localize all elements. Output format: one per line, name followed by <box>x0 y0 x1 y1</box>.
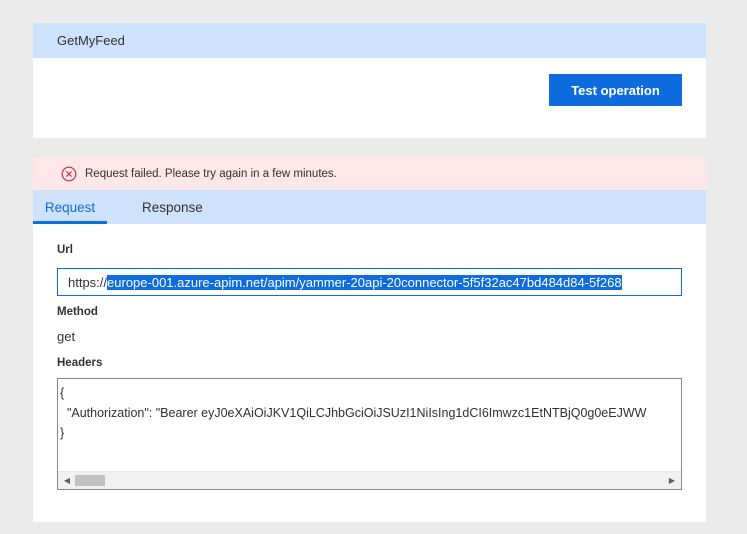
tab-response[interactable]: Response <box>142 190 203 224</box>
result-tabs: Request Response <box>33 190 706 224</box>
url-field[interactable]: https://europe-001.azure-apim.net/apim/y… <box>57 268 682 296</box>
method-label: Method <box>57 306 98 318</box>
method-value: get <box>57 329 76 344</box>
scroll-left-icon[interactable]: ◀ <box>60 472 74 489</box>
operation-card: GetMyFeed Test operation <box>33 23 706 138</box>
headers-line: { <box>60 386 65 400</box>
error-banner: Request failed. Please try again in a fe… <box>33 157 706 190</box>
url-label: Url <box>57 244 73 256</box>
scroll-right-icon[interactable]: ▶ <box>665 472 679 489</box>
error-circle-icon <box>61 166 77 182</box>
operation-title: GetMyFeed <box>57 33 125 48</box>
url-prefix: https:// <box>68 274 108 290</box>
test-result-card: Request failed. Please try again in a fe… <box>33 157 706 522</box>
headers-line: "Authorization": "Bearer eyJ0eXAiOiJKV1Q… <box>60 406 647 420</box>
horizontal-scrollbar[interactable]: ◀ ▶ <box>58 471 681 489</box>
headers-label: Headers <box>57 357 103 369</box>
test-operation-button[interactable]: Test operation <box>549 74 682 106</box>
scroll-thumb[interactable] <box>75 475 105 486</box>
headers-field[interactable]: { "Authorization": "Bearer eyJ0eXAiOiJKV… <box>57 378 682 490</box>
error-message: Request failed. Please try again in a fe… <box>85 167 337 180</box>
tab-request[interactable]: Request <box>33 190 107 224</box>
operation-header: GetMyFeed <box>33 23 706 58</box>
headers-line: } <box>60 426 65 440</box>
headers-content: { "Authorization": "Bearer eyJ0eXAiOiJKV… <box>58 379 681 447</box>
url-selected-text: europe-001.azure-apim.net/apim/yammer-20… <box>107 274 622 290</box>
